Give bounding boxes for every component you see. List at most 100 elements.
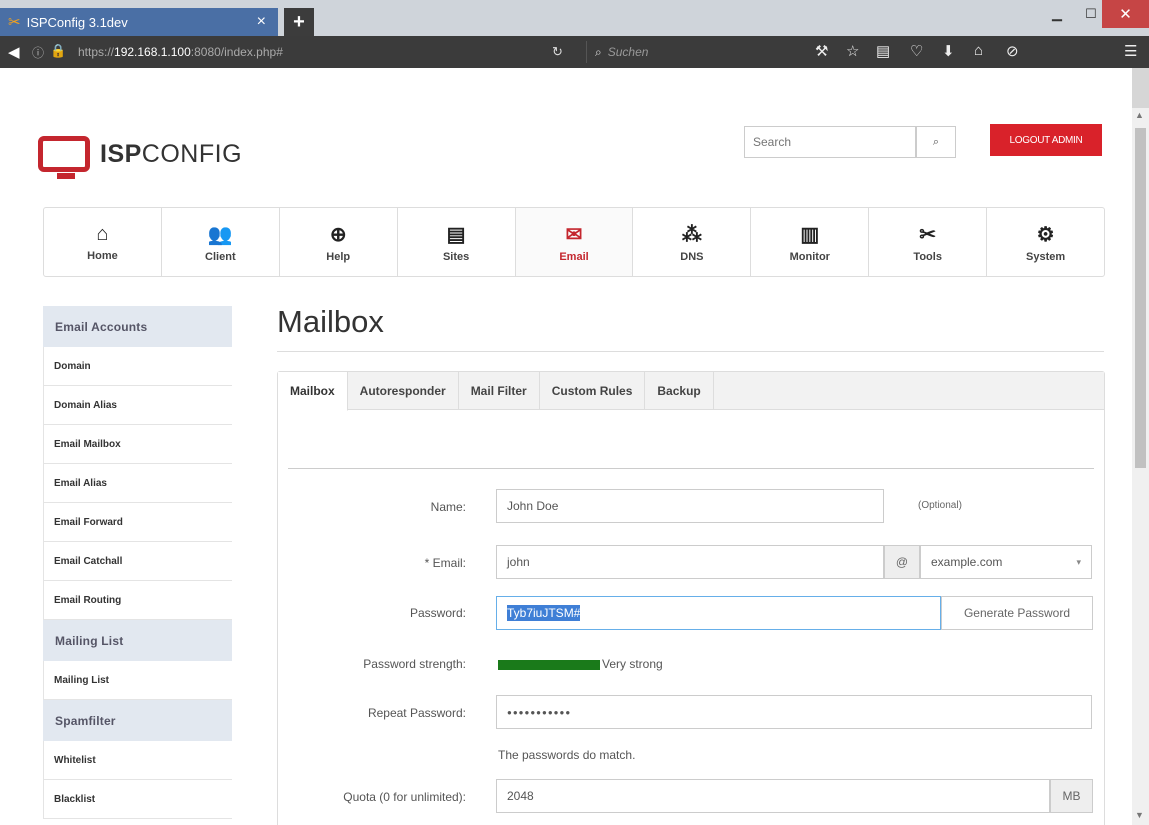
home-icon: ⌂ — [96, 222, 109, 245]
module-navigation: ⌂ Home 👥 Client ⊕ Help ▤ Sites ✉ Email ⁂ DNS ▥ Monito… — [43, 207, 1105, 277]
wrench-icon[interactable]: ⚒ — [815, 42, 828, 60]
bookmark-star-icon[interactable]: ☆ — [846, 42, 859, 60]
menu-hamburger-icon[interactable]: ☰ — [1124, 42, 1137, 60]
quota-unit-addon: MB — [1050, 779, 1093, 813]
page-scrollbar[interactable]: ▲ ▼ — [1132, 108, 1149, 825]
module-client[interactable]: 👥 Client — [162, 208, 280, 276]
repeat-password-field[interactable]: ●●●●●●●●●●● — [496, 695, 1092, 729]
window-minimize-button[interactable]: ▁ — [1040, 0, 1074, 28]
scroll-down-icon[interactable]: ▼ — [1135, 810, 1144, 820]
module-email[interactable]: ✉ Email — [515, 208, 634, 276]
password-label: Password: — [409, 606, 466, 620]
url-rest: :8080/index.php# — [190, 45, 283, 59]
ispconfig-logo[interactable]: ISPCONFIG — [38, 136, 242, 179]
dns-icon: ⁂ — [681, 223, 702, 246]
domain-select-value: example.com — [931, 555, 1003, 569]
quota-label: Quota (0 for unlimited): — [343, 790, 466, 804]
envelope-icon: ✉ — [565, 223, 583, 246]
pocket-icon[interactable]: ♡ — [910, 42, 923, 60]
module-label: Help — [326, 250, 351, 263]
lock-warning-icon[interactable]: 🔒 — [50, 43, 66, 59]
sites-icon: ▤ — [446, 223, 466, 246]
browser-tab[interactable]: ✂ ISPConfig 3.1dev × — [0, 8, 278, 36]
module-label: Client — [205, 250, 236, 263]
monitor-icon: ▥ — [800, 223, 820, 246]
chevron-down-icon: ▾ — [1076, 556, 1081, 567]
sidebar-item-whitelist[interactable]: Whitelist — [43, 741, 232, 780]
home-browser-icon[interactable]: ⌂ — [974, 42, 983, 59]
module-label: Tools — [913, 250, 942, 263]
search-button[interactable]: ⌕ — [916, 126, 956, 158]
password-field[interactable]: Tyb7iuJTSM# — [496, 596, 941, 630]
sidebar-item-email-alias[interactable]: Email Alias — [43, 464, 232, 503]
search-input[interactable] — [744, 126, 916, 158]
module-home[interactable]: ⌂ Home — [44, 208, 162, 276]
password-strength-text: Very strong — [602, 657, 663, 671]
reload-icon[interactable]: ↻ — [552, 44, 563, 60]
email-label: * Email: — [424, 556, 466, 570]
module-tools[interactable]: ✂ Tools — [869, 208, 988, 276]
scroll-thumb[interactable] — [1135, 128, 1146, 468]
form-divider — [288, 468, 1094, 469]
address-bar[interactable]: https://192.168.1.100:8080/index.php# — [78, 45, 283, 59]
info-icon[interactable]: ⓘ — [32, 44, 44, 61]
module-dns[interactable]: ⁂ DNS — [633, 208, 752, 276]
new-tab-button[interactable]: + — [284, 8, 314, 36]
module-sites[interactable]: ▤ Sites — [398, 208, 516, 276]
module-label: Sites — [442, 250, 470, 263]
sidebar-section-mailing-list: Mailing List — [43, 620, 232, 661]
sidebar-item-email-forward[interactable]: Email Forward — [43, 503, 232, 542]
tab-backup[interactable]: Backup — [645, 372, 714, 409]
name-optional-hint: (Optional) — [918, 500, 962, 511]
reader-view-icon[interactable]: ▤ — [876, 42, 890, 60]
password-value: Tyb7iuJTSM# — [507, 605, 581, 621]
sidebar-item-email-mailbox[interactable]: Email Mailbox — [43, 425, 232, 464]
module-label: System — [1026, 250, 1066, 263]
back-arrow-icon[interactable]: ◀ — [8, 43, 20, 61]
sidebar-item-email-routing[interactable]: Email Routing — [43, 581, 232, 620]
tab-mailbox[interactable]: Mailbox — [278, 372, 348, 411]
module-label: Home — [87, 249, 118, 262]
lifebuoy-icon: ⊕ — [329, 223, 347, 246]
shield-icon[interactable]: ⊘ — [1006, 42, 1019, 60]
sidebar-item-email-catchall[interactable]: Email Catchall — [43, 542, 232, 581]
logout-button[interactable]: LOGOUT ADMIN — [990, 124, 1102, 156]
ispconfig-favicon-icon: ✂ — [8, 14, 21, 31]
sidebar-section-spamfilter: Spamfilter — [43, 700, 232, 741]
name-field[interactable]: John Doe — [496, 489, 884, 523]
sidebar-item-domain[interactable]: Domain — [43, 347, 232, 386]
tab-close-icon[interactable]: × — [257, 13, 266, 31]
browser-navbar: ◀ ⓘ 🔒 https://192.168.1.100:8080/index.p… — [0, 36, 1149, 68]
sidebar-item-domain-alias[interactable]: Domain Alias — [43, 386, 232, 425]
module-label: DNS — [680, 250, 704, 263]
tab-custom-rules[interactable]: Custom Rules — [540, 372, 646, 409]
email-local-field[interactable]: john — [496, 545, 884, 579]
sidebar: Email Accounts Domain Domain Alias Email… — [43, 306, 232, 819]
module-help[interactable]: ⊕ Help — [280, 208, 398, 276]
browser-search-placeholder: Suchen — [607, 45, 649, 59]
sidebar-section-email-accounts: Email Accounts — [43, 306, 232, 347]
tab-autoresponder[interactable]: Autoresponder — [348, 372, 459, 409]
sidebar-item-blacklist[interactable]: Blacklist — [43, 780, 232, 819]
page-title: Mailbox — [277, 304, 384, 339]
module-label: Email — [559, 250, 589, 263]
tab-title: ISPConfig 3.1dev — [26, 14, 128, 30]
scroll-up-icon[interactable]: ▲ — [1135, 110, 1144, 120]
page-content: ISPCONFIG ⌕ LOGOUT ADMIN ⌂ Home 👥 Client ⊕ He… — [0, 68, 1132, 825]
browser-search-box[interactable]: ⌕ Suchen — [586, 41, 776, 63]
module-monitor[interactable]: ▥ Monitor — [751, 208, 870, 276]
monitor-logo-icon — [38, 136, 90, 179]
download-icon[interactable]: ⬇ — [942, 42, 955, 60]
generate-password-button[interactable]: Generate Password — [941, 596, 1093, 630]
tab-mail-filter[interactable]: Mail Filter — [459, 372, 540, 409]
domain-select[interactable]: example.com ▾ — [920, 545, 1092, 579]
quota-field[interactable]: 2048 — [496, 779, 1050, 813]
sidebar-item-mailing-list[interactable]: Mailing List — [43, 661, 232, 700]
mailbox-form-panel: Mailbox Autoresponder Mail Filter Custom… — [277, 371, 1105, 825]
gear-icon: ⚙ — [1036, 223, 1055, 246]
tools-icon: ✂ — [919, 223, 937, 246]
window-close-button[interactable]: ✕ — [1102, 0, 1149, 28]
module-system[interactable]: ⚙ System — [987, 208, 1104, 276]
url-prefix: https:// — [78, 45, 115, 59]
magnifier-icon: ⌕ — [595, 44, 602, 59]
